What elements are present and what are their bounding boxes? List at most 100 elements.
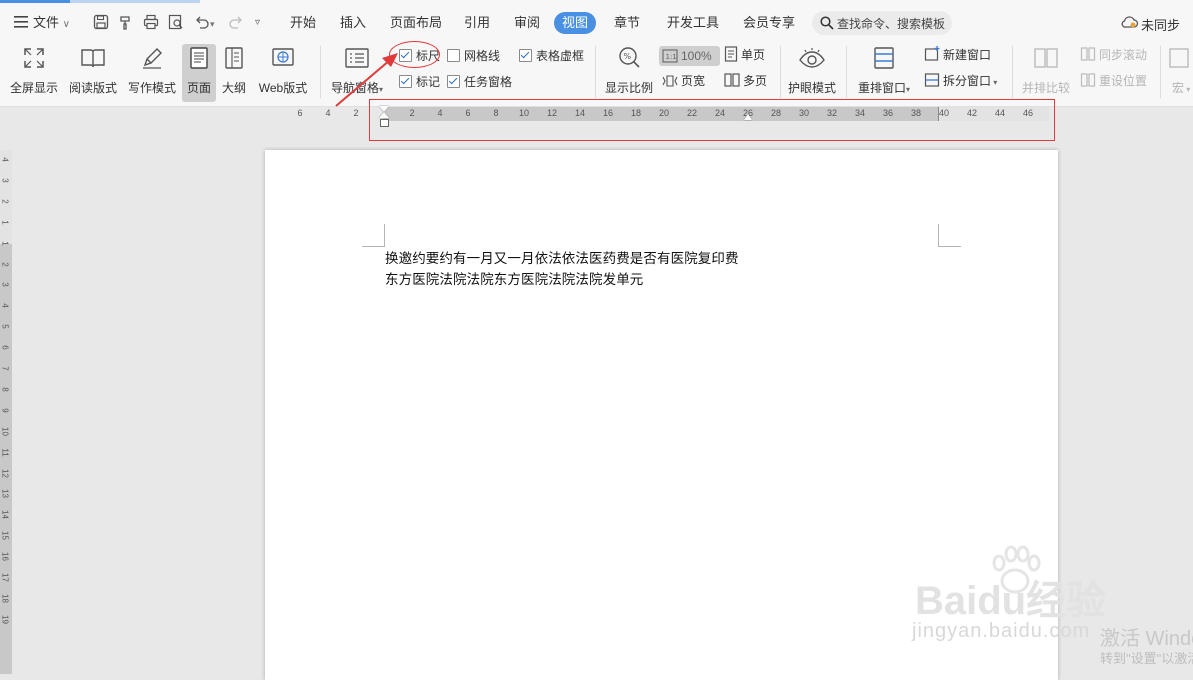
single-page-label: 单页 bbox=[741, 48, 766, 62]
svg-text:%: % bbox=[624, 52, 632, 61]
tab-page-layout[interactable]: 页面布局 bbox=[390, 10, 442, 36]
format-painter-icon[interactable] bbox=[118, 10, 134, 36]
eye-mode-label: 护眼模式 bbox=[787, 81, 836, 95]
file-menu[interactable]: 文件 ∨ bbox=[33, 10, 70, 36]
multi-page-icon bbox=[724, 72, 740, 93]
page-width-button[interactable]: 页宽 bbox=[662, 72, 705, 90]
vertical-ruler-number: 3 bbox=[0, 178, 10, 183]
search-icon bbox=[820, 16, 834, 30]
page-width-icon bbox=[662, 74, 678, 93]
new-window-icon bbox=[924, 46, 940, 67]
sync-scroll-button[interactable]: 同步滚动 bbox=[1080, 46, 1147, 64]
view-ribbon: 全屏显示 阅读版式 写作模式 页面 大纲 Web版式 导航窗格▾ 标尺 网格线 … bbox=[0, 44, 1193, 107]
outline-view-label: 大纲 bbox=[221, 81, 246, 95]
rearrange-windows-button[interactable]: 重排窗口▾ bbox=[852, 44, 916, 102]
eye-mode-button[interactable]: 护眼模式 bbox=[784, 44, 840, 102]
ribbon-separator bbox=[1012, 46, 1013, 98]
reset-position-icon bbox=[1080, 72, 1096, 93]
vertical-ruler-number: 7 bbox=[0, 366, 10, 371]
gridlines-checkbox-label: 网格线 bbox=[464, 49, 501, 63]
dropdown-arrow-icon: ▾ bbox=[906, 85, 911, 94]
reset-position-label: 重设位置 bbox=[1099, 74, 1148, 88]
web-view-label: Web版式 bbox=[258, 81, 308, 95]
print-preview-icon[interactable] bbox=[168, 10, 184, 36]
quick-access-dropdown-icon[interactable]: ▿ bbox=[255, 10, 260, 36]
web-view-button[interactable]: Web版式 bbox=[254, 44, 312, 102]
print-icon[interactable] bbox=[143, 10, 159, 36]
new-window-label: 新建窗口 bbox=[943, 48, 992, 62]
task-pane-checkbox[interactable]: 任务窗格 bbox=[447, 74, 512, 90]
title-menu-bar: 文件 ∨ ▾ ▿ 开始 插入 页面布局 引用 审阅 视图 章节 开发工具 会员专… bbox=[0, 0, 1193, 44]
one-to-one-icon: 1:1 bbox=[662, 49, 678, 69]
multi-page-label: 多页 bbox=[743, 74, 768, 88]
tab-developer[interactable]: 开发工具 bbox=[667, 10, 719, 36]
tab-accent-strip bbox=[0, 0, 70, 3]
redo-icon[interactable] bbox=[228, 10, 244, 36]
tab-review[interactable]: 审阅 bbox=[514, 10, 540, 36]
tab-insert[interactable]: 插入 bbox=[340, 10, 366, 36]
activate-windows-title: 激活 Windows bbox=[1100, 628, 1193, 650]
macro-icon bbox=[1168, 48, 1189, 68]
single-page-button[interactable]: 单页 bbox=[724, 46, 765, 64]
tab-references[interactable]: 引用 bbox=[464, 10, 490, 36]
document-text-line-2[interactable]: 东方医院法院法院东方医院法院法院发单元 bbox=[385, 268, 643, 288]
vertical-ruler-number: 17 bbox=[0, 573, 10, 582]
rearrange-label: 重排窗口▾ bbox=[852, 79, 916, 96]
document-text-line-1[interactable]: 换邀约要约有一月又一月依法依法医药费是否有医院复印费 bbox=[385, 247, 739, 267]
page-view-label: 页面 bbox=[186, 81, 211, 95]
tab-view[interactable]: 视图 bbox=[554, 12, 597, 34]
eye-icon bbox=[799, 48, 825, 68]
rearrange-text: 重排窗口 bbox=[857, 81, 906, 95]
checkbox-unchecked-icon bbox=[447, 49, 460, 62]
vertical-ruler-number: 14 bbox=[0, 510, 10, 520]
command-search[interactable]: 查找命令、搜索模板 bbox=[812, 11, 952, 35]
vertical-ruler[interactable]: 4 3 2 1 1 2 3 4 5 6 7 8 9 10 11 12 13 14 15 16 17 18 19 bbox=[0, 122, 12, 674]
hamburger-icon[interactable] bbox=[14, 10, 28, 36]
vertical-ruler-number: 4 bbox=[0, 303, 10, 309]
search-placeholder: 查找命令、搜索模板 bbox=[837, 17, 946, 31]
side-by-side-label: 并排比较 bbox=[1021, 81, 1070, 95]
multi-page-button[interactable]: 多页 bbox=[724, 72, 767, 90]
vertical-ruler-number: 1 bbox=[0, 219, 10, 225]
ruler-highlight-box bbox=[369, 99, 1055, 141]
outline-view-button[interactable]: 大纲 bbox=[218, 44, 250, 102]
save-icon[interactable] bbox=[93, 10, 109, 36]
sync-status[interactable]: 未同步 bbox=[1141, 15, 1180, 34]
reading-mode-button[interactable]: 阅读版式 bbox=[66, 44, 120, 102]
marks-checkbox-label: 标记 bbox=[416, 75, 441, 89]
table-gridlines-checkbox[interactable]: 表格虚框 bbox=[519, 48, 584, 64]
tab-member[interactable]: 会员专享 bbox=[743, 10, 795, 36]
tab-home[interactable]: 开始 bbox=[290, 10, 316, 36]
zoom-100-button[interactable]: 1:1 100% bbox=[659, 46, 720, 66]
macro-button[interactable]: 宏 ▾ bbox=[1164, 44, 1193, 102]
side-by-side-button[interactable]: 并排比较 bbox=[1018, 44, 1074, 102]
split-window-label: 拆分窗口 bbox=[943, 74, 992, 88]
page-icon bbox=[190, 47, 208, 69]
page-view-button[interactable]: 页面 bbox=[182, 44, 216, 102]
table-gridlines-checkbox-label: 表格虚框 bbox=[536, 49, 585, 63]
split-window-button[interactable]: 拆分窗口 ▾ bbox=[924, 72, 997, 90]
single-page-icon bbox=[724, 46, 738, 67]
ribbon-separator bbox=[595, 46, 596, 98]
undo-icon[interactable]: ▾ bbox=[194, 10, 215, 36]
zoom-100-label: 100% bbox=[681, 49, 712, 63]
fullscreen-button[interactable]: 全屏显示 bbox=[6, 44, 62, 102]
vertical-ruler-number: 2 bbox=[0, 199, 10, 204]
vertical-ruler-number: 2 bbox=[0, 261, 10, 267]
zoom-ratio-label: 显示比例 bbox=[604, 81, 653, 95]
new-window-button[interactable]: 新建窗口 bbox=[924, 46, 991, 64]
cloud-sync-icon[interactable] bbox=[1121, 15, 1139, 32]
vertical-ruler-number: 8 bbox=[0, 387, 10, 392]
writing-mode-button[interactable]: 写作模式 bbox=[124, 44, 180, 102]
sync-scroll-label: 同步滚动 bbox=[1099, 48, 1148, 62]
task-pane-checkbox-label: 任务窗格 bbox=[464, 75, 513, 89]
vertical-ruler-number: 13 bbox=[0, 489, 10, 499]
reset-position-button[interactable]: 重设位置 bbox=[1080, 72, 1147, 90]
baidu-url: jingyan.baidu.com bbox=[912, 620, 1091, 642]
vertical-ruler-number: 16 bbox=[0, 552, 10, 562]
margin-corner-top-right bbox=[938, 224, 961, 247]
ribbon-separator bbox=[846, 46, 847, 98]
gridlines-checkbox[interactable]: 网格线 bbox=[447, 48, 500, 64]
zoom-ratio-button[interactable]: % 显示比例 bbox=[600, 44, 658, 102]
tab-chapter[interactable]: 章节 bbox=[614, 10, 640, 36]
